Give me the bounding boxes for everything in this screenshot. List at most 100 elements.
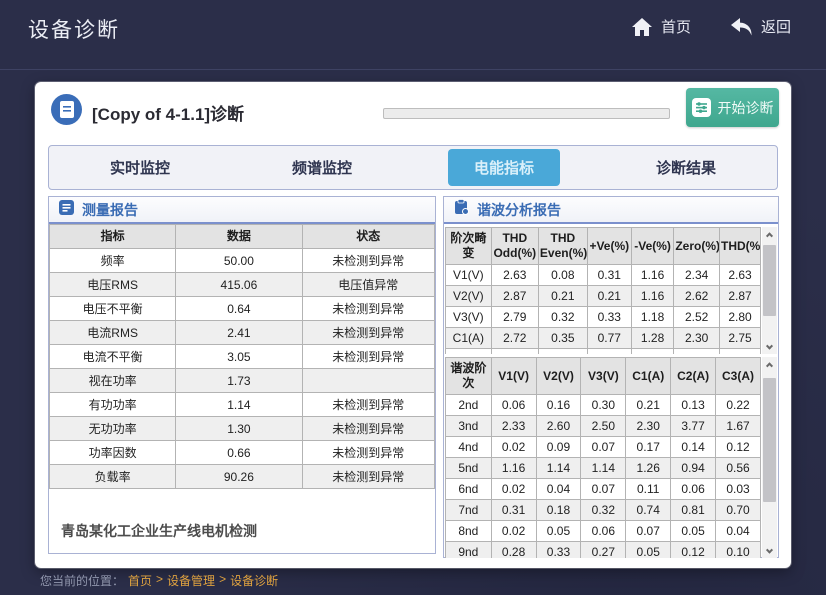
table-cell: C2(A) (445, 348, 492, 354)
scroll-track[interactable] (762, 371, 777, 544)
home-icon (632, 17, 652, 36)
table-row: V2(V) 2.87 0.21 0.21 1.16 2.62 2.87 (445, 285, 761, 307)
column-header: 阶次畸变 (445, 227, 492, 265)
table-row: 有功功率 1.14 未检测到异常 (48, 392, 436, 417)
table-row: 9nd 0.28 0.33 0.27 0.05 0.12 0.10 (445, 541, 761, 558)
table-cell: 0.05 (670, 520, 717, 542)
table-cell: 0.64 (175, 296, 303, 321)
distortion-table: 阶次畸变 THD Odd(%) THD Even(%) +Ve(%) -Ve(%) Zer… (445, 227, 761, 354)
breadcrumb-home-link[interactable]: 首页 (128, 572, 152, 589)
measurement-table-header-row: 指标 数据 状态 (48, 224, 436, 249)
scroll-down-button[interactable] (762, 340, 777, 354)
home-label: 首页 (661, 19, 692, 36)
scroll-down-button[interactable] (762, 544, 777, 558)
table-cell: 0.07 (580, 436, 627, 458)
table-cell: 2.30 (673, 327, 721, 349)
table-cell: 电流不平衡 (48, 344, 177, 369)
table-cell: 0.77 (586, 327, 632, 349)
scroll-track[interactable] (762, 241, 777, 340)
table-row: V3(V) 2.79 0.32 0.33 1.18 2.52 2.80 (445, 306, 761, 328)
order-table-header-row: 谐波阶次 V1(V) V2(V) V3(V) C1(A) C2(A) C3(A) (445, 357, 761, 395)
scroll-up-button[interactable] (762, 227, 777, 241)
table-row: 7nd 0.31 0.18 0.32 0.74 0.81 0.70 (445, 499, 761, 521)
table-cell: 未检测到异常 (301, 296, 436, 321)
harmonic-analysis-header: 谐波分析报告 (444, 197, 778, 224)
table-cell: 1.67 (715, 415, 761, 437)
table-cell: 2.62 (673, 285, 721, 307)
main-card: [Copy of 4-1.1]诊断 开始诊断 实时监控 频谱监控 电能指标 诊断… (35, 82, 791, 568)
top-header-bar: 设备诊断 首页 返回 (0, 0, 826, 70)
breadcrumb-device-diagnosis-link[interactable]: 设备诊断 (230, 572, 278, 589)
chevron-down-icon (765, 342, 774, 350)
column-header: C2(A) (670, 357, 717, 395)
table-cell: 未检测到异常 (301, 464, 436, 489)
table-cell: 0.07 (580, 478, 627, 500)
table-cell: 2.41 (175, 320, 303, 345)
table-cell: V3(V) (445, 306, 492, 328)
table-cell: 4nd (445, 436, 492, 458)
table-cell: 0.21 (537, 285, 588, 307)
table-cell: 1.26 (625, 457, 672, 479)
table-cell: 2.79 (490, 306, 539, 328)
tab-spectrum-monitor[interactable]: 频谱监控 (231, 149, 413, 186)
table-row: 无功功率 1.30 未检测到异常 (48, 416, 436, 441)
table-row: 2nd 0.06 0.16 0.30 0.21 0.13 0.22 (445, 394, 761, 416)
table-cell: 0.14 (670, 436, 717, 458)
table-cell: 0.02 (490, 478, 537, 500)
table-cell: 3.78 (673, 348, 721, 354)
table-cell: 6nd (445, 478, 492, 500)
breadcrumb-device-mgmt-link[interactable]: 设备管理 (167, 572, 215, 589)
table-row: 6nd 0.02 0.04 0.07 0.11 0.06 0.03 (445, 478, 761, 500)
distortion-table-viewport: 阶次畸变 THD Odd(%) THD Even(%) +Ve(%) -Ve(%) Zer… (445, 227, 777, 354)
harmonic-analysis-title: 谐波分析报告 (477, 201, 561, 218)
table-cell: 0.16 (535, 394, 582, 416)
harmonic-analysis-panel: 谐波分析报告 阶次畸变 THD Odd(%) THD Even(%) +Ve(%) -V… (443, 196, 779, 558)
table-cell: 1.14 (580, 457, 627, 479)
document-icon (51, 94, 82, 125)
table-cell: 1.16 (490, 457, 537, 479)
scroll-up-button[interactable] (762, 357, 777, 371)
table-cell: 2.80 (719, 306, 761, 328)
table-cell: 1.14 (175, 392, 303, 417)
table-cell: 0.18 (535, 499, 582, 521)
clipboard-icon (454, 199, 469, 220)
table-cell: 1.18 (630, 306, 675, 328)
tab-realtime-monitor[interactable]: 实时监控 (49, 149, 231, 186)
table-cell: 未检测到异常 (301, 392, 436, 417)
scroll-thumb[interactable] (763, 377, 776, 503)
table-cell: 未检测到异常 (301, 248, 436, 273)
table-cell: 0.24 (537, 348, 588, 354)
table-cell: 0.12 (670, 541, 717, 558)
table-cell: 无功功率 (48, 416, 177, 441)
measurement-report-header: 测量报告 (49, 197, 435, 224)
table-row: 3nd 2.33 2.60 2.50 2.30 3.77 1.67 (445, 415, 761, 437)
table-cell: C1(A) (445, 327, 492, 349)
table-cell: 未检测到异常 (301, 320, 436, 345)
start-diagnosis-button[interactable]: 开始诊断 (686, 88, 779, 127)
table-row: 视在功率 1.73 (48, 368, 436, 393)
back-button[interactable]: 返回 (731, 16, 791, 37)
table-cell: 0.09 (535, 436, 582, 458)
table-cell: 0.06 (670, 478, 717, 500)
table-cell: 0.21 (586, 285, 632, 307)
order-table-viewport: 谐波阶次 V1(V) V2(V) V3(V) C1(A) C2(A) C3(A) 2nd 0.… (445, 357, 777, 558)
back-label: 返回 (761, 19, 792, 36)
table-cell: 0.56 (715, 457, 761, 479)
table-cell: 0.96 (630, 348, 675, 354)
table-cell: 视在功率 (48, 368, 177, 393)
table-cell: 3.98 (490, 348, 539, 354)
table-cell (301, 368, 436, 393)
sliders-icon (691, 98, 711, 117)
table-cell: 电压RMS (48, 272, 177, 297)
home-button[interactable]: 首页 (632, 16, 691, 37)
scroll-thumb[interactable] (763, 244, 776, 317)
order-scrollbar (762, 357, 777, 558)
column-header: THD(%) (719, 227, 761, 265)
tab-diagnosis-result[interactable]: 诊断结果 (595, 149, 777, 186)
table-cell: 0.32 (580, 499, 627, 521)
table-cell: 3.77 (670, 415, 717, 437)
table-cell: 3.98 (719, 348, 761, 354)
tab-power-indicators[interactable]: 电能指标 (413, 149, 595, 186)
table-cell: 电压值异常 (301, 272, 436, 297)
chevron-down-icon (765, 546, 774, 554)
